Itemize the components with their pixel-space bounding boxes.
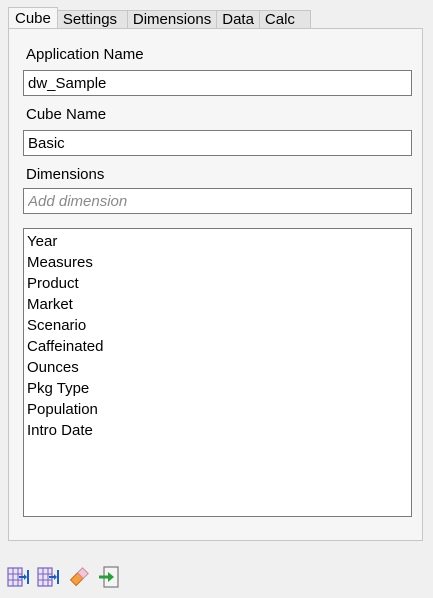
tab-cube[interactable]: Cube	[8, 7, 58, 28]
list-item[interactable]: Market	[27, 294, 411, 315]
tab-data[interactable]: Data	[216, 10, 260, 28]
grid-export-button[interactable]	[36, 564, 62, 590]
list-item[interactable]: Population	[27, 399, 411, 420]
list-item[interactable]: Caffeinated	[27, 336, 411, 357]
dimensions-label: Dimensions	[26, 166, 105, 183]
grid-export-icon	[37, 567, 59, 587]
list-item[interactable]: Scenario	[27, 315, 411, 336]
add-dimension-input[interactable]	[23, 188, 412, 214]
exit-icon	[99, 566, 119, 588]
cube-name-label: Cube Name	[26, 106, 107, 123]
grid-import-button[interactable]	[6, 564, 32, 590]
list-item[interactable]: Intro Date	[27, 420, 411, 441]
list-item[interactable]: Ounces	[27, 357, 411, 378]
clear-button[interactable]	[66, 564, 92, 590]
cube-panel: Application Name Cube Name Dimensions Ye…	[8, 28, 423, 541]
dimension-list[interactable]: Year Measures Product Market Scenario Ca…	[23, 228, 412, 517]
exit-button[interactable]	[96, 564, 122, 590]
list-item[interactable]: Pkg Type	[27, 378, 411, 399]
cube-name-field[interactable]	[23, 130, 412, 156]
list-item[interactable]: Product	[27, 273, 411, 294]
tab-settings[interactable]: Settings	[56, 10, 128, 28]
grid-import-icon	[7, 567, 29, 587]
bottom-toolbar	[6, 564, 122, 590]
list-item[interactable]: Year	[27, 231, 411, 252]
tab-dimensions[interactable]: Dimensions	[126, 10, 218, 28]
application-name-label: Application Name	[26, 46, 144, 63]
tab-strip: Cube Settings Dimensions Data Calc	[8, 7, 311, 28]
tab-calc[interactable]: Calc	[258, 10, 311, 28]
list-item[interactable]: Measures	[27, 252, 411, 273]
eraser-icon	[69, 567, 89, 587]
application-name-field[interactable]	[23, 70, 412, 96]
